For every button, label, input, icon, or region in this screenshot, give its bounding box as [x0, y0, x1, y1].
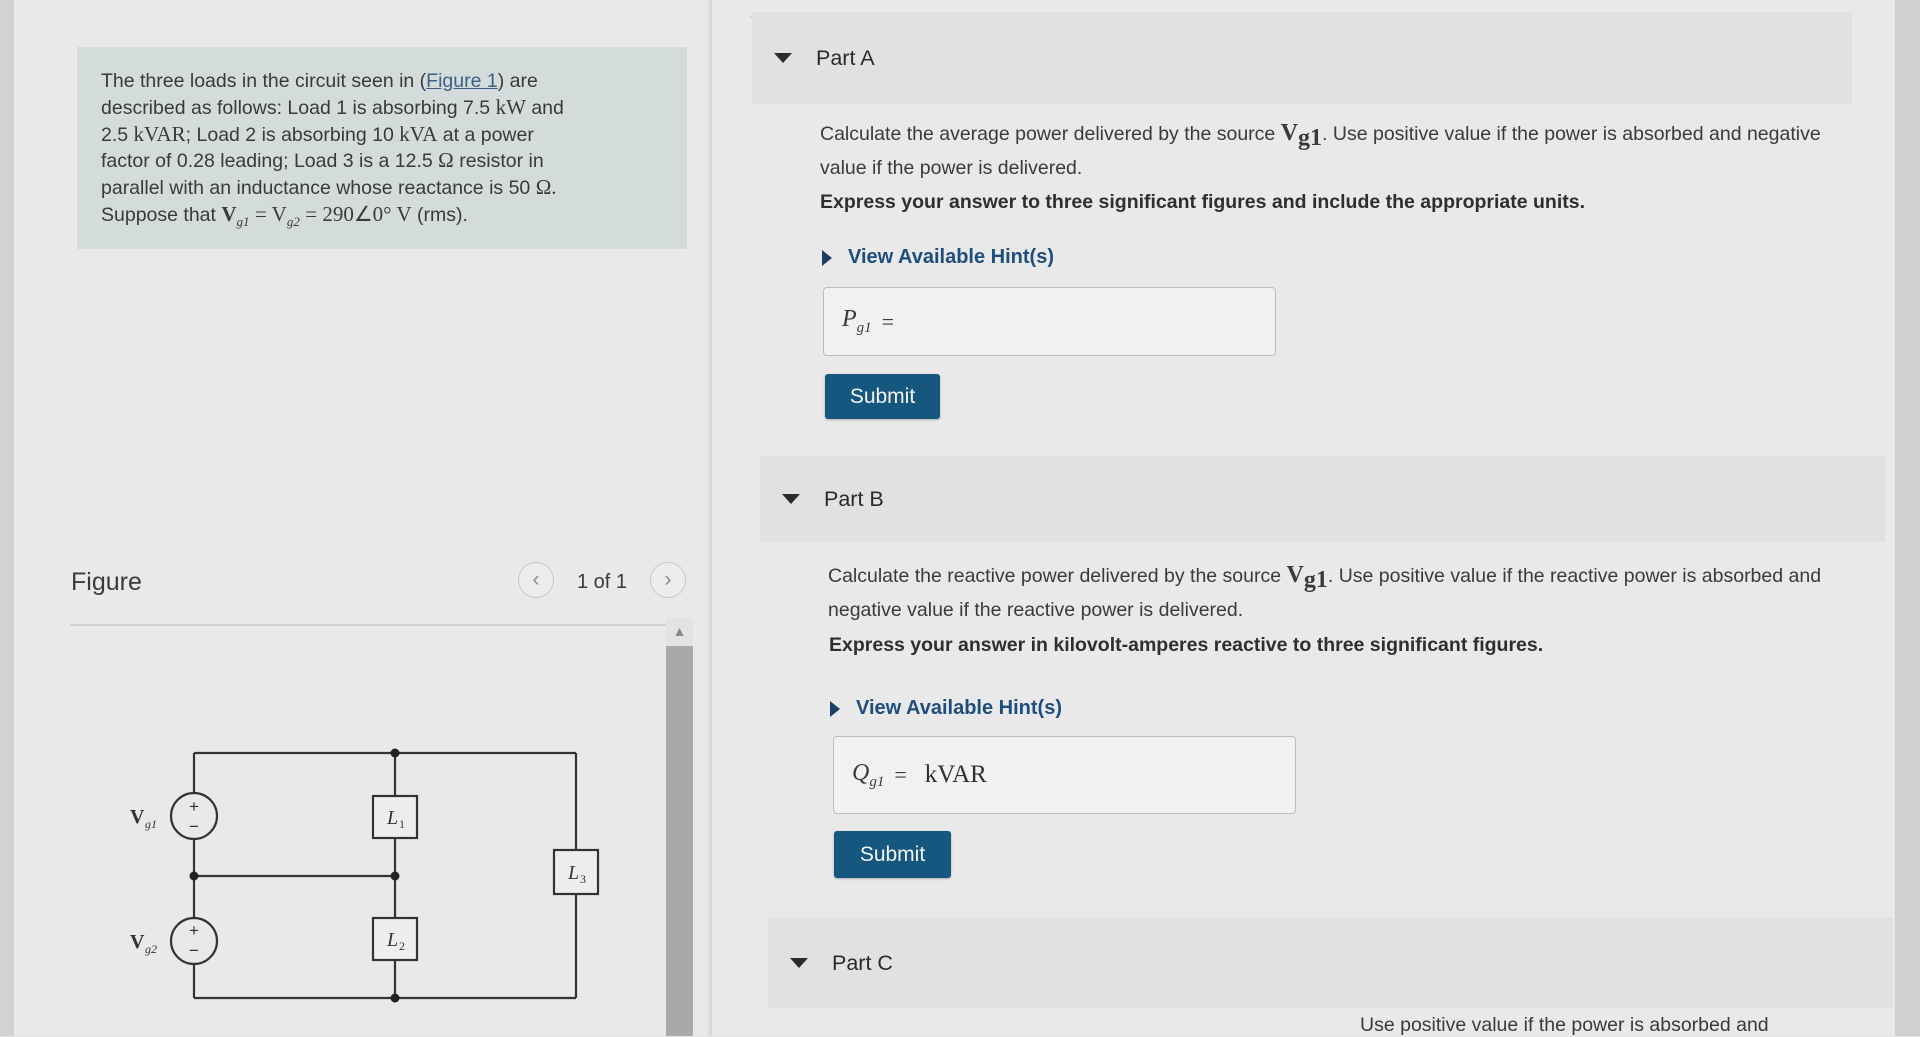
problem-text: ; Load 2 is absorbing 10 — [185, 123, 394, 146]
vg1-subscript: g1 — [145, 817, 157, 831]
answer-variable: Qg1 — [852, 760, 884, 791]
part-b-answer-input[interactable]: Qg1 = kVAR — [833, 736, 1296, 814]
problem-statement: The three loads in the circuit seen in (… — [77, 47, 687, 249]
circuit-diagram: + − + − V g1 V g2 L 1 L 2 L 3 — [130, 748, 600, 1003]
part-b-question: Calculate the reactive power delivered b… — [828, 560, 1888, 625]
voltage-symbol: V — [221, 201, 237, 226]
minus-sign: − — [189, 941, 199, 960]
source-subscript: g1 — [1298, 124, 1323, 151]
part-c-header[interactable]: Part C — [768, 918, 1893, 1008]
part-b-hints-link[interactable]: View Available Hint(s) — [830, 697, 1062, 720]
vg2-subscript: g2 — [145, 942, 157, 956]
question-text: Calculate the reactive power delivered b… — [828, 565, 1282, 587]
figure-divider — [70, 624, 690, 626]
source-subscript: g1 — [1303, 566, 1328, 593]
answer-symbol: Q — [852, 759, 870, 786]
unit-kw: kW — [495, 94, 526, 119]
figure-page-counter: 1 of 1 — [577, 571, 628, 593]
part-b-title: Part B — [824, 486, 884, 511]
problem-text: at a power — [442, 123, 534, 146]
source-symbol: V — [1280, 120, 1299, 146]
part-b-submit-button[interactable]: Submit — [834, 831, 951, 878]
part-a-hints-link[interactable]: View Available Hint(s) — [822, 246, 1054, 269]
l1-subscript: 1 — [399, 817, 405, 831]
part-a-header[interactable]: Part A — [752, 12, 1852, 104]
part-a-submit-button[interactable]: Submit — [825, 374, 940, 419]
equals-sign: = — [894, 762, 907, 787]
figure-scroll-thumb[interactable] — [666, 646, 693, 1036]
hint-label: View Available Hint(s) — [848, 246, 1054, 268]
junction-dot — [189, 871, 199, 881]
collapse-triangle-icon — [774, 53, 792, 63]
voltage-subscript: g1 — [236, 213, 250, 229]
window-scrollbar[interactable] — [1895, 0, 1920, 1036]
problem-text: (rms). — [417, 203, 468, 226]
part-c-question: Use positive value if the power is absor… — [1360, 1014, 1769, 1036]
collapse-triangle-icon — [790, 958, 808, 968]
voltage-subscript: g2 — [286, 213, 300, 229]
l2-label: L — [386, 929, 398, 951]
part-a-answer-input[interactable]: Pg1 = — [823, 287, 1276, 356]
vg1-label: V — [130, 806, 145, 828]
previous-figure-button[interactable]: ‹ — [518, 562, 554, 598]
part-a-question: Calculate the average power delivered by… — [820, 118, 1860, 183]
problem-text: 2.5 — [101, 123, 129, 146]
part-b-instruction: Express your answer in kilovolt-amperes … — [829, 634, 1544, 656]
problem-text: parallel with an inductance whose reacta… — [101, 177, 531, 200]
l3-subscript: 3 — [580, 872, 586, 886]
equation-text: = 290∠0° V — [305, 201, 412, 226]
answer-symbol: P — [842, 306, 857, 333]
plus-sign: + — [189, 797, 199, 816]
answer-subscript: g1 — [856, 319, 872, 336]
answer-unit: kVAR — [924, 761, 987, 788]
l3-label: L — [567, 862, 579, 884]
l1-label: L — [386, 807, 398, 829]
collapse-triangle-icon — [782, 494, 800, 504]
equation-text: = V — [254, 201, 287, 226]
problem-text: factor of 0.28 leading; Load 3 is a 12.5 — [101, 150, 433, 173]
source-symbol: V — [1286, 562, 1304, 588]
plus-sign: + — [189, 921, 199, 940]
unit-kva: kVA — [399, 121, 438, 146]
problem-text: Suppose that — [101, 203, 216, 226]
junction-dot — [390, 871, 400, 881]
question-text: Calculate the average power delivered by… — [820, 123, 1276, 145]
unit-kvar: kVAR — [133, 121, 186, 146]
junction-dot — [390, 748, 400, 758]
hint-label: View Available Hint(s) — [856, 697, 1062, 719]
equals-sign: = — [881, 308, 895, 334]
problem-text: described as follows: Load 1 is absorbin… — [101, 96, 491, 119]
scroll-up-arrow-icon[interactable]: ▲ — [666, 620, 693, 642]
vg2-label: V — [130, 931, 145, 953]
figure-1-link[interactable]: Figure 1 — [426, 70, 498, 92]
part-a-title: Part A — [816, 45, 875, 70]
minus-sign: − — [189, 817, 199, 836]
answer-variable: Pg1 — [842, 306, 872, 337]
part-a-instruction: Express your answer to three significant… — [820, 191, 1585, 213]
unit-ohm: Ω — [438, 148, 454, 173]
expand-triangle-icon — [822, 249, 832, 266]
l2-subscript: 2 — [399, 939, 405, 953]
part-c-title: Part C — [832, 950, 893, 975]
junction-dot — [390, 993, 400, 1003]
chevron-left-icon: ‹ — [532, 568, 540, 591]
problem-text: and — [531, 96, 564, 119]
unit-ohm: Ω. — [535, 175, 557, 200]
part-b-header[interactable]: Part B — [760, 456, 1885, 542]
problem-text: The three loads in the circuit seen in ( — [101, 70, 427, 92]
chevron-right-icon: › — [664, 568, 672, 591]
problem-text: resistor in — [459, 150, 544, 173]
problem-text: ) are — [497, 70, 538, 92]
figure-heading: Figure — [71, 568, 142, 596]
next-figure-button[interactable]: › — [650, 562, 686, 598]
expand-triangle-icon — [830, 700, 840, 717]
left-window-edge — [0, 0, 14, 1036]
answer-subscript: g1 — [869, 773, 885, 790]
